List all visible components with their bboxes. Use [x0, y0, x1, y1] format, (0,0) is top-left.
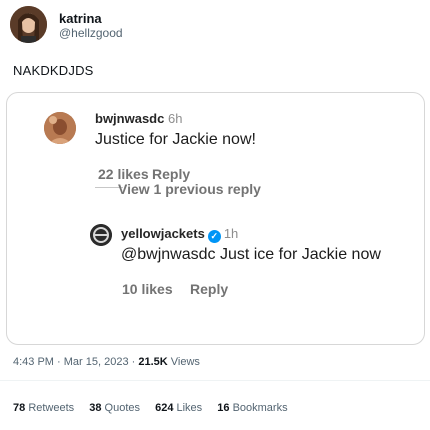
tweet-text: NAKDKDJDS: [13, 63, 94, 78]
tweet-stats: 78 Retweets 38 Quotes 624 Likes 16 Bookm…: [13, 402, 300, 414]
comment1-avatar: [44, 112, 76, 144]
comment2-username-text: yellowjackets: [121, 226, 205, 241]
comment1-reply: Reply: [152, 166, 191, 182]
quotes-count: 38: [89, 402, 102, 414]
author-name[interactable]: katrina: [59, 11, 102, 26]
tweet-timestamp[interactable]: 4:43 PM · Mar 15, 2023 ·: [13, 356, 138, 368]
comment1-text: Justice for Jackie now!: [95, 131, 256, 148]
tweet-meta: 4:43 PM · Mar 15, 2023 · 21.5K Views: [13, 356, 200, 368]
comment2-username: yellowjackets ✓ 1h: [121, 226, 238, 243]
divider: [0, 380, 430, 381]
bookmarks-stat[interactable]: 16 Bookmarks: [217, 402, 287, 414]
comment2-avatar: [90, 224, 112, 246]
likes-label: Likes: [176, 402, 203, 414]
retweets-stat[interactable]: 78 Retweets: [13, 402, 74, 414]
author-avatar[interactable]: [10, 6, 47, 43]
comment1-likes: 22 likes: [98, 166, 149, 182]
likes-count: 624: [155, 402, 174, 414]
comment1-username: bwjnwasdc 6h: [95, 111, 182, 126]
bookmarks-label: Bookmarks: [232, 402, 288, 414]
verified-badge-icon: ✓: [207, 230, 221, 243]
comment2-reply: Reply: [190, 281, 229, 297]
comment1-time: 6h: [167, 111, 183, 126]
retweets-count: 78: [13, 402, 26, 414]
quotes-stat[interactable]: 38 Quotes: [89, 402, 140, 414]
views-count: 21.5K: [138, 356, 168, 368]
comment2-likes: 10 likes: [122, 281, 173, 297]
comment1-username-text: bwjnwasdc: [95, 111, 165, 126]
quotes-label: Quotes: [104, 402, 141, 414]
views-label: Views: [170, 356, 200, 368]
retweets-label: Retweets: [28, 402, 75, 414]
bookmarks-count: 16: [217, 402, 230, 414]
author-handle[interactable]: @hellzgood: [59, 26, 123, 40]
comment2-text: @bwjnwasdc Just ice for Jackie now: [121, 246, 381, 263]
view-previous-reply: View 1 previous reply: [118, 181, 261, 197]
likes-stat[interactable]: 624 Likes: [155, 402, 202, 414]
comment2-time: 1h: [223, 226, 239, 241]
